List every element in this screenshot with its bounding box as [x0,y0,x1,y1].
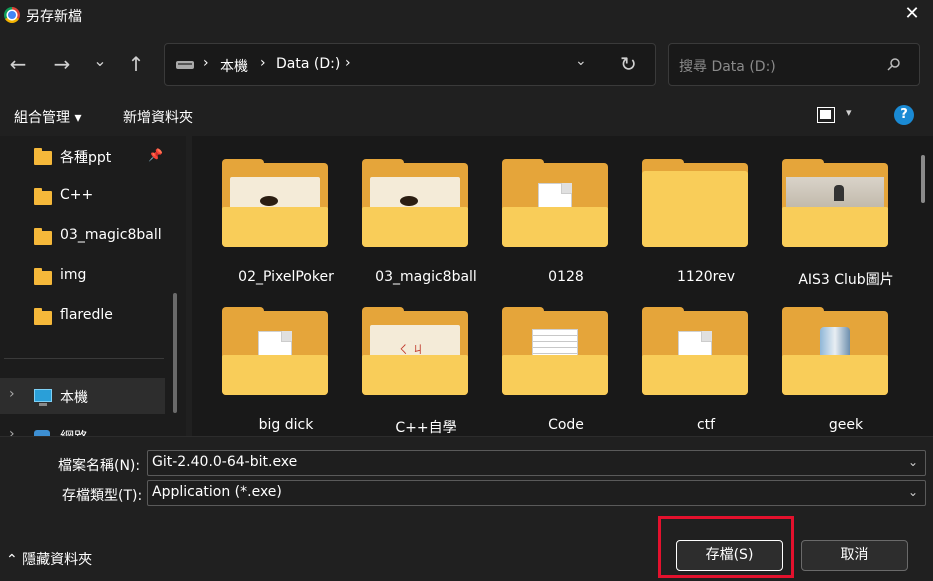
sidebar-item-label: flaredle [60,307,113,323]
filename-field[interactable]: Git-2.40.0-64-bit.exe ⌄ [147,450,926,476]
sidebar-divider [4,358,164,359]
folder-icon: ㄑ ㄐ [362,307,468,395]
folder-icon [34,268,52,285]
folder-icon [362,159,468,247]
folder-item[interactable]: 02_PixelPoker [194,136,334,285]
pin-icon[interactable]: 📌 [148,148,163,162]
folder-icon [502,307,608,395]
command-toolbar: 組合管理 ▾ 新增資料夾 ▾ ? [0,97,933,135]
folder-item[interactable]: AIS3 Club圖片 [754,136,894,288]
hide-folders-toggle[interactable]: ⌃ 隱藏資料夾 [6,549,92,569]
title-bar: 另存新檔 ✕ [0,0,933,30]
folder-icon [34,308,52,325]
filename-label: 檔案名稱(N): [58,458,141,474]
sidebar-item-label: img [60,267,87,283]
window-title: 另存新檔 [26,9,82,25]
sidebar-item-label: 網路 [60,427,88,436]
folder-item[interactable]: ctf [614,284,748,433]
breadcrumb-separator[interactable]: › [203,55,209,71]
breadcrumb-separator[interactable]: › [260,55,266,71]
cancel-button[interactable]: 取消 [801,540,908,571]
filetype-label: 存檔類型(T): [62,488,143,504]
search-input[interactable]: 搜尋 Data (D:) [679,56,776,76]
filetype-value[interactable]: Application (*.exe) [152,484,282,500]
forward-arrow-icon[interactable]: → [50,50,74,78]
save-button[interactable]: 存檔(S) [676,540,783,571]
view-dropdown-icon[interactable]: ▾ [846,106,852,119]
organize-menu-button[interactable]: 組合管理 ▾ [14,107,81,127]
sidebar-item-this-pc[interactable]: › 本機 [0,378,165,414]
address-bar[interactable]: › 本機 › Data (D:) › ⌄ ↻ [164,43,656,86]
navigation-pane[interactable]: 各種ppt 📌 C++ 03_magic8ball img flaredle ›… [0,136,186,436]
folder-icon [502,159,608,247]
drive-icon [176,61,194,69]
folder-icon [34,148,52,165]
expand-chevron-icon[interactable]: › [9,426,15,436]
file-list-scrollbar[interactable] [921,155,925,203]
folder-icon [642,159,748,247]
new-folder-button[interactable]: 新增資料夾 [123,107,193,127]
filetype-dropdown-icon[interactable]: ⌄ [908,485,918,499]
view-mode-icon[interactable] [817,107,835,123]
up-arrow-icon[interactable]: ↑ [124,50,148,78]
folder-item[interactable]: 1120rev [614,136,748,285]
search-box[interactable]: 搜尋 Data (D:) [668,43,920,86]
sidebar-item-flaredle[interactable]: flaredle [0,298,165,334]
refresh-icon[interactable]: ↻ [620,52,637,76]
sidebar-item-label: 03_magic8ball [60,227,162,243]
search-icon[interactable] [887,57,901,71]
sidebar-item-cpp[interactable]: C++ [0,178,165,214]
sidebar-item-label: 本機 [60,390,88,406]
recent-locations-chevron-icon[interactable]: ⌄ [88,47,112,75]
folder-item[interactable]: geek [754,284,888,433]
filetype-select[interactable]: Application (*.exe) ⌄ [147,480,926,506]
breadcrumb-separator[interactable]: › [345,55,351,71]
breadcrumb-this-pc[interactable]: 本機 [220,56,248,76]
folder-icon [782,307,888,395]
folder-item[interactable]: 03_magic8ball [334,136,477,285]
address-dropdown-icon[interactable]: ⌄ [575,53,587,69]
computer-icon [34,389,52,406]
expand-chevron-icon[interactable]: › [9,386,15,402]
folder-item[interactable]: ㄑ ㄐ C++自學 [334,284,468,436]
folder-icon [782,159,888,247]
back-arrow-icon[interactable]: ← [6,50,30,78]
folder-icon [34,228,52,245]
sidebar-item-ppt[interactable]: 各種ppt 📌 [0,138,165,174]
folder-item[interactable]: big dick [194,284,328,433]
sidebar-item-label: 各種ppt [60,150,112,166]
sidebar-scrollbar[interactable] [173,293,177,413]
folder-icon [642,307,748,395]
filename-dropdown-icon[interactable]: ⌄ [908,455,918,469]
folder-icon [34,188,52,205]
file-list[interactable]: 02_PixelPoker 03_magic8ball 0128 1120rev… [192,136,933,436]
breadcrumb-data-drive[interactable]: Data (D:) [276,56,340,72]
chrome-icon [4,7,20,23]
folder-name: geek [828,417,864,433]
folder-icon [222,159,328,247]
folder-item[interactable]: Code [474,284,608,433]
close-icon[interactable]: ✕ [902,3,922,25]
sidebar-item-img[interactable]: img [0,258,165,294]
sidebar-item-label: C++ [60,187,94,203]
help-icon[interactable]: ? [894,105,914,125]
sidebar-item-network[interactable]: › 網路 [0,418,165,436]
sidebar-item-magic8ball[interactable]: 03_magic8ball [0,218,165,254]
filename-value[interactable]: Git-2.40.0-64-bit.exe [152,454,297,470]
folder-icon [222,307,328,395]
folder-item[interactable]: 0128 [474,136,608,285]
